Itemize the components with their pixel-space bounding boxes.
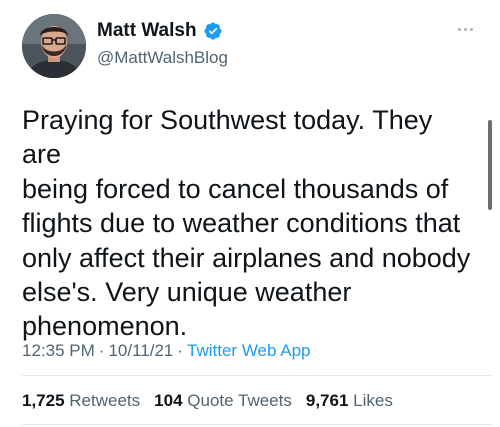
dot-icon [458, 27, 461, 31]
author-name-row: Matt Walsh [97, 20, 223, 42]
avatar[interactable] [22, 14, 86, 78]
tweet-card: Matt Walsh @MattWalshBlog Praying for So… [0, 0, 500, 427]
display-name[interactable]: Matt Walsh [97, 20, 197, 42]
divider [22, 424, 492, 425]
tweet-source-link[interactable]: Twitter Web App [187, 341, 310, 360]
divider [22, 375, 492, 376]
tweet-date[interactable]: 10/11/21 [108, 341, 173, 360]
avatar-image [22, 14, 86, 78]
dot-icon [470, 27, 473, 31]
retweets-count: 1,725 [22, 391, 65, 410]
more-options-icon[interactable] [458, 24, 480, 34]
retweets-stat[interactable]: 1,725 Retweets [22, 390, 140, 412]
retweets-label: Retweets [69, 391, 141, 410]
likes-count: 9,761 [305, 391, 349, 410]
author-handle[interactable]: @MattWalshBlog [97, 47, 228, 69]
scrollbar[interactable] [488, 120, 492, 210]
verified-badge-icon [203, 21, 223, 41]
quote-tweets-stat[interactable]: 104 Quote Tweets [154, 390, 292, 412]
meta-separator: · [177, 341, 184, 360]
likes-stat[interactable]: 9,761 Likes [306, 390, 393, 412]
quote-tweets-count: 104 [154, 391, 183, 410]
meta-separator: · [98, 341, 105, 360]
tweet-text: Praying for Southwest today. They are be… [22, 105, 471, 342]
likes-label: Likes [353, 391, 393, 410]
dot-icon [464, 27, 467, 31]
tweet-time[interactable]: 12:35 PM [22, 341, 95, 360]
quote-tweets-label: Quote Tweets [187, 391, 292, 410]
engagement-stats: 1,725 Retweets 104 Quote Tweets 9,761 Li… [22, 390, 393, 412]
tweet-meta: 12:35 PM · 10/11/21 · Twitter Web App [22, 340, 311, 362]
